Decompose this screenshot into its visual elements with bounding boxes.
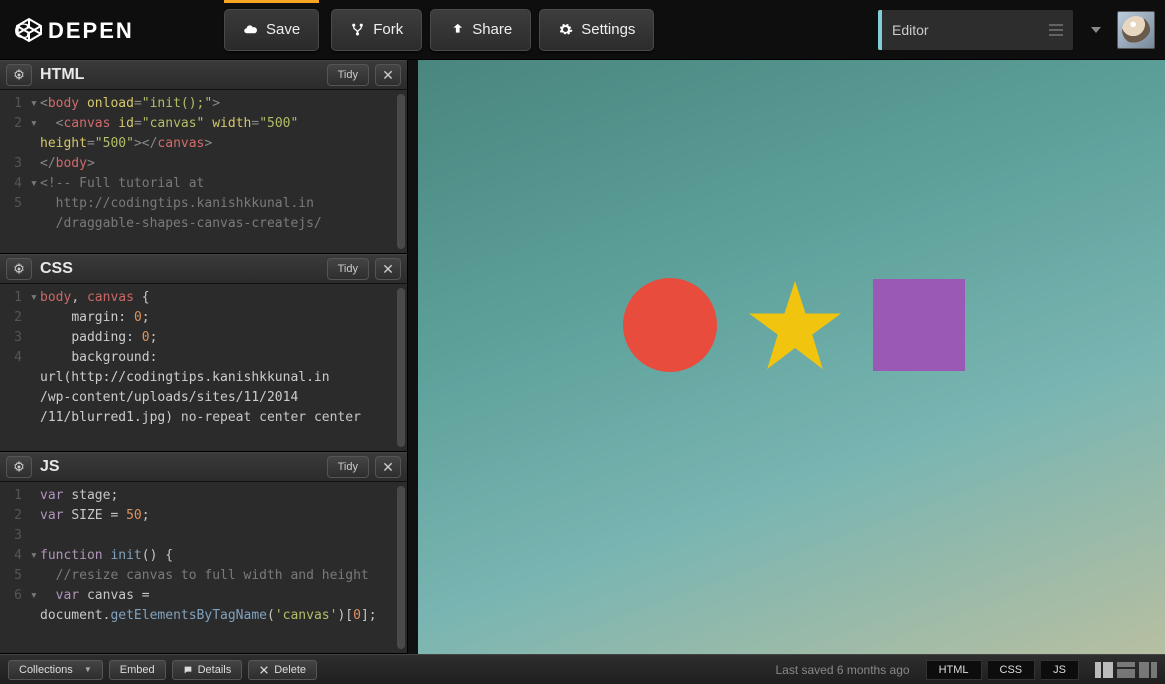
- close-icon: [259, 665, 269, 675]
- css-pane-title: CSS: [40, 260, 319, 278]
- save-label: Save: [266, 21, 300, 38]
- gear-icon: [13, 263, 25, 275]
- app-footer: Collections Embed Details Delete Last sa…: [0, 654, 1165, 684]
- share-icon: [449, 22, 464, 37]
- header-actions: Save Fork Share Settings: [224, 9, 654, 51]
- fork-button[interactable]: Fork: [331, 9, 422, 51]
- settings-button[interactable]: Settings: [539, 9, 654, 51]
- css-close-button[interactable]: ✕: [375, 258, 401, 280]
- share-button[interactable]: Share: [430, 9, 531, 51]
- js-pane: JS Tidy ✕ 1var stage;2var SIZE = 50;34▾f…: [0, 452, 407, 654]
- codepen-logo[interactable]: DEPEN C: [14, 15, 204, 45]
- js-tidy-button[interactable]: Tidy: [327, 456, 369, 478]
- circle-shape[interactable]: [623, 278, 717, 372]
- js-code-editor[interactable]: 1var stage;2var SIZE = 50;34▾function in…: [0, 482, 407, 653]
- share-label: Share: [472, 21, 512, 38]
- user-menu-toggle[interactable]: [1081, 27, 1111, 33]
- fork-label: Fork: [373, 21, 403, 38]
- square-shape[interactable]: [873, 279, 965, 371]
- menu-icon: [1049, 24, 1063, 36]
- html-pane-header: HTML Tidy ✕: [0, 60, 407, 90]
- layout-left-icon[interactable]: [1095, 662, 1113, 678]
- css-code-editor[interactable]: 1▾body, canvas {2 margin: 0;3 padding: 0…: [0, 284, 407, 451]
- html-pane-title: HTML: [40, 66, 319, 84]
- embed-button[interactable]: Embed: [109, 660, 166, 680]
- scrollbar[interactable]: [397, 486, 405, 649]
- html-code-editor[interactable]: 1▾<body onload="init();">2▾ <canvas id="…: [0, 90, 407, 253]
- js-settings-button[interactable]: [6, 456, 32, 478]
- save-status: Last saved 6 months ago: [775, 663, 909, 677]
- css-settings-button[interactable]: [6, 258, 32, 280]
- delete-button[interactable]: Delete: [248, 660, 317, 680]
- gear-icon: [13, 461, 25, 473]
- app-header: DEPEN C Save Fork Share: [0, 0, 1165, 60]
- chevron-down-icon: [1091, 27, 1101, 33]
- tab-css[interactable]: CSS: [988, 660, 1036, 680]
- view-mode-label: Editor: [892, 22, 929, 38]
- js-pane-title: JS: [40, 458, 319, 476]
- css-tidy-button[interactable]: Tidy: [327, 258, 369, 280]
- details-button[interactable]: Details: [172, 660, 243, 680]
- html-settings-button[interactable]: [6, 64, 32, 86]
- css-pane-header: CSS Tidy ✕: [0, 254, 407, 284]
- fork-icon: [350, 22, 365, 37]
- details-label: Details: [198, 664, 232, 676]
- js-pane-header: JS Tidy ✕: [0, 452, 407, 482]
- html-close-button[interactable]: ✕: [375, 64, 401, 86]
- canvas-shapes: [623, 278, 965, 372]
- view-mode-select[interactable]: Editor: [878, 10, 1073, 50]
- comment-icon: [183, 665, 193, 675]
- tab-js[interactable]: JS: [1041, 660, 1079, 680]
- svg-text:DEPEN: DEPEN: [48, 18, 134, 43]
- layout-switcher: [1095, 662, 1157, 678]
- gear-icon: [558, 22, 573, 37]
- svg-text:C: C: [14, 18, 30, 43]
- preview-pane[interactable]: [418, 60, 1165, 654]
- scrollbar[interactable]: [397, 288, 405, 447]
- gear-icon: [13, 69, 25, 81]
- html-pane: HTML Tidy ✕ 1▾<body onload="init();">2▾ …: [0, 60, 407, 254]
- layout-right-icon[interactable]: [1139, 662, 1157, 678]
- html-tidy-button[interactable]: Tidy: [327, 64, 369, 86]
- editor-column: HTML Tidy ✕ 1▾<body onload="init();">2▾ …: [0, 60, 408, 654]
- js-close-button[interactable]: ✕: [375, 456, 401, 478]
- save-button[interactable]: Save: [224, 9, 319, 51]
- star-shape[interactable]: [747, 279, 843, 371]
- main-area: HTML Tidy ✕ 1▾<body onload="init();">2▾ …: [0, 60, 1165, 654]
- delete-label: Delete: [274, 664, 306, 676]
- scrollbar[interactable]: [397, 94, 405, 249]
- vertical-splitter[interactable]: [408, 60, 418, 654]
- settings-label: Settings: [581, 21, 635, 38]
- collections-button[interactable]: Collections: [8, 660, 103, 680]
- tab-html[interactable]: HTML: [926, 660, 982, 680]
- layout-top-icon[interactable]: [1117, 662, 1135, 678]
- css-pane: CSS Tidy ✕ 1▾body, canvas {2 margin: 0;3…: [0, 254, 407, 452]
- cloud-icon: [243, 22, 258, 37]
- avatar[interactable]: [1117, 11, 1155, 49]
